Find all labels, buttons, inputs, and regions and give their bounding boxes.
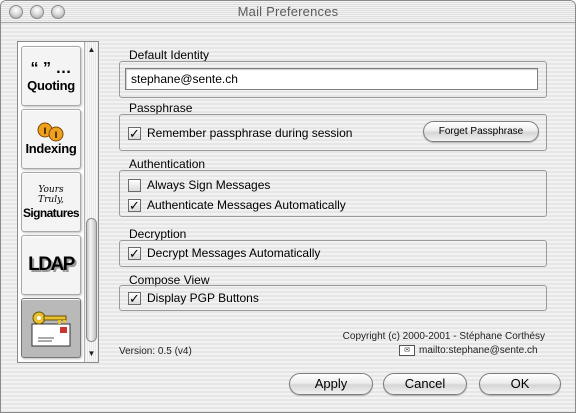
sidebar-item-indexing[interactable]: I I Indexing bbox=[21, 109, 81, 169]
sidebar-scrollbar[interactable]: ▲ ▼ bbox=[84, 42, 98, 362]
quote-marks-icon: “ ” … bbox=[30, 60, 72, 77]
remember-passphrase-label: Remember passphrase during session bbox=[147, 126, 353, 140]
remember-passphrase-checkbox[interactable]: ✓ Remember passphrase during session bbox=[128, 125, 352, 141]
sidebar-item-label: Indexing bbox=[25, 141, 77, 156]
auto-authenticate-checkbox[interactable]: ✓ Authenticate Messages Automatically bbox=[128, 197, 346, 213]
index-tabs-icon: I I bbox=[35, 122, 67, 142]
ok-button[interactable]: OK bbox=[479, 373, 561, 395]
forget-passphrase-button[interactable]: Forget Passphrase bbox=[423, 121, 539, 142]
sidebar-item-quoting[interactable]: “ ” … Quoting bbox=[21, 46, 81, 106]
checkbox-unchecked-icon[interactable] bbox=[128, 178, 141, 192]
preferences-sidebar: “ ” … Quoting I I Indexing Yours Truly, … bbox=[17, 41, 99, 363]
email-link-icon[interactable]: ✉ bbox=[399, 345, 415, 356]
mailto-link[interactable]: mailto:stephane@sente.ch bbox=[419, 345, 538, 356]
sidebar-item-label: Quoting bbox=[27, 78, 75, 93]
ldap-logo-icon: LDAP bbox=[28, 254, 75, 275]
key-envelope-icon bbox=[28, 304, 74, 353]
apply-button[interactable]: Apply bbox=[289, 373, 373, 395]
scroll-up-arrow-icon[interactable]: ▲ bbox=[85, 44, 98, 56]
checkbox-checked-icon[interactable]: ✓ bbox=[128, 126, 141, 140]
scroll-down-arrow-icon[interactable]: ▼ bbox=[85, 348, 98, 360]
sidebar-item-ldap[interactable]: LDAP bbox=[21, 235, 81, 295]
checkbox-checked-icon[interactable]: ✓ bbox=[128, 291, 141, 305]
decryption-title: Decryption bbox=[129, 227, 187, 241]
svg-text:I: I bbox=[55, 130, 58, 140]
svg-text:I: I bbox=[44, 126, 47, 136]
default-identity-title: Default Identity bbox=[129, 48, 210, 62]
display-pgp-label: Display PGP Buttons bbox=[147, 291, 259, 305]
auto-decrypt-label: Decrypt Messages Automatically bbox=[147, 246, 321, 260]
sidebar-item-label: Signatures bbox=[22, 206, 80, 220]
checkbox-checked-icon[interactable]: ✓ bbox=[128, 246, 141, 260]
cancel-button[interactable]: Cancel bbox=[383, 373, 467, 395]
auto-authenticate-label: Authenticate Messages Automatically bbox=[147, 198, 346, 212]
sidebar-item-pgp[interactable] bbox=[21, 298, 81, 358]
version-text: Version: 0.5 (v4) bbox=[119, 346, 192, 357]
scroll-thumb[interactable] bbox=[86, 218, 97, 342]
always-sign-checkbox[interactable]: Always Sign Messages bbox=[128, 177, 270, 193]
preferences-window: Mail Preferences “ ” … Quoting I I Index… bbox=[0, 0, 576, 413]
auto-decrypt-checkbox[interactable]: ✓ Decrypt Messages Automatically bbox=[128, 245, 320, 261]
window-title: Mail Preferences bbox=[237, 4, 339, 19]
checkbox-checked-icon[interactable]: ✓ bbox=[128, 198, 141, 212]
sidebar-item-signatures[interactable]: Yours Truly, Signatures bbox=[21, 172, 81, 232]
display-pgp-checkbox[interactable]: ✓ Display PGP Buttons bbox=[128, 290, 259, 306]
handwritten-signature-icon: Yours Truly, bbox=[38, 185, 64, 205]
always-sign-label: Always Sign Messages bbox=[147, 178, 271, 192]
passphrase-title: Passphrase bbox=[129, 101, 193, 115]
default-identity-field[interactable]: stephane@sente.ch bbox=[125, 68, 538, 90]
authentication-title: Authentication bbox=[129, 157, 206, 171]
copyright-text: Copyright (c) 2000-2001 - Stéphane Corth… bbox=[342, 331, 545, 342]
title-bar: Mail Preferences bbox=[1, 1, 575, 23]
